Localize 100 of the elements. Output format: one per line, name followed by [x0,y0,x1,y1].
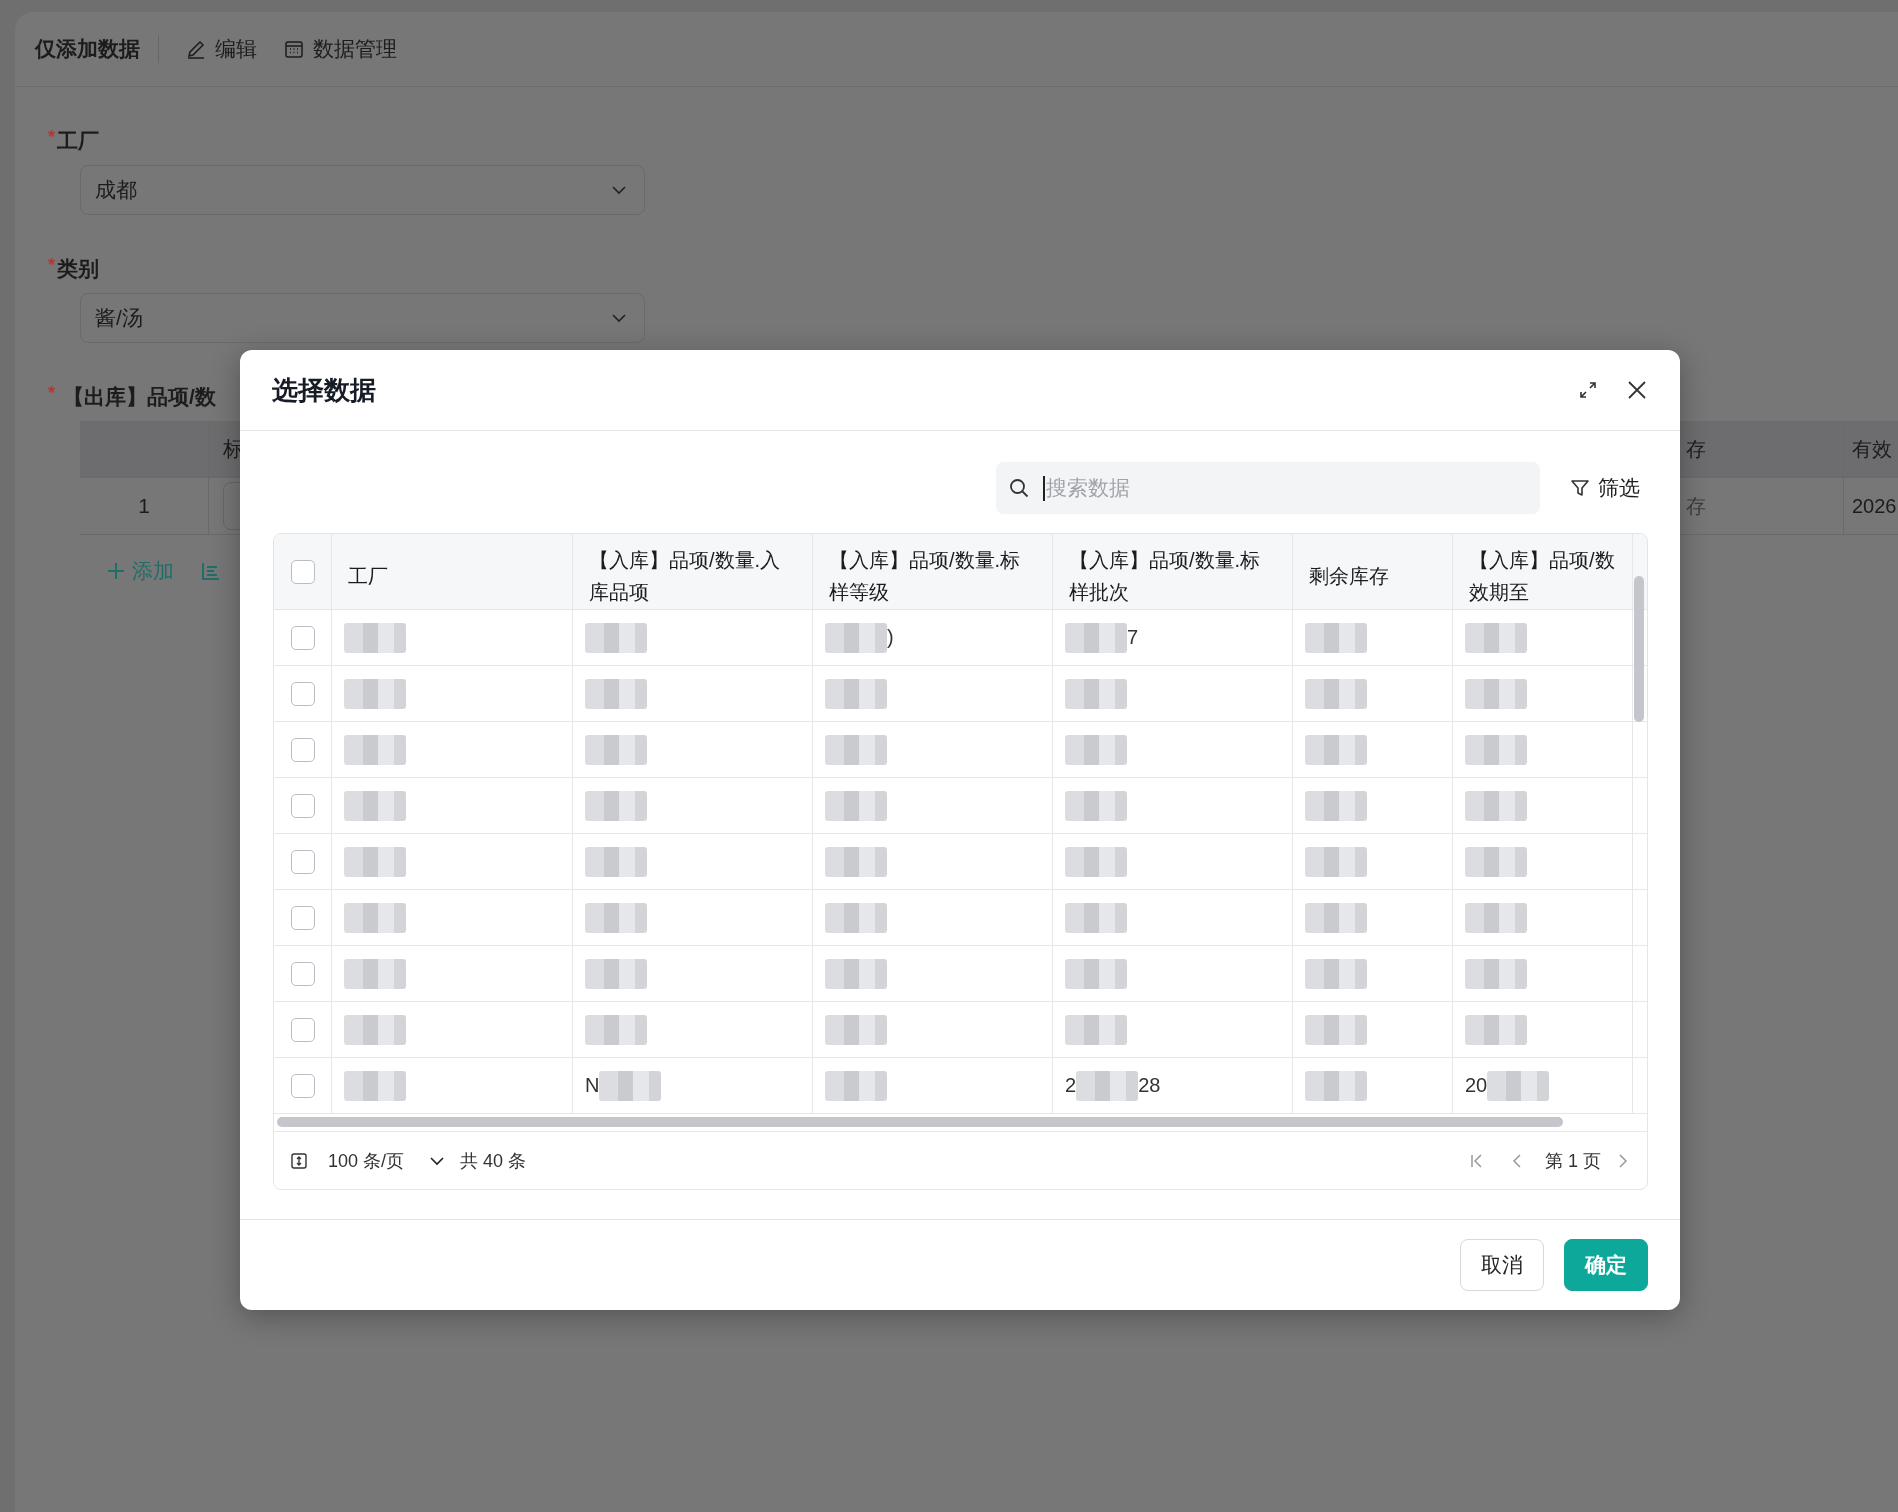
toolbar-button[interactable]: 编辑 [185,35,257,63]
blurred-text [1465,622,1527,653]
blurred-text [825,790,887,821]
required-mark: * [48,127,55,148]
blurred-text [1065,846,1127,877]
row-checkbox[interactable] [290,625,315,650]
row-checkbox[interactable] [290,681,315,706]
required-mark: * [48,383,55,404]
first-page-button[interactable] [1469,1152,1485,1169]
blurred-text [344,958,406,989]
blurred-text [344,1014,406,1045]
cell-text-fragment: 20 [1465,1074,1488,1097]
expand-button[interactable] [1578,380,1598,400]
cell-text-fragment: N [585,1074,600,1097]
row-number: 1 [138,494,150,517]
blurred-text [599,1070,662,1101]
blurred-text [825,1070,887,1101]
blurred-text [585,1014,647,1045]
blurred-text [585,790,647,821]
cell-text-fragment: 7 [1127,626,1139,649]
list-icon[interactable] [200,560,222,582]
blurred-text [825,622,887,653]
blurred-text [1065,902,1127,933]
blurred-text [1065,622,1127,653]
select-field[interactable]: 酱/汤 [80,293,645,343]
blurred-text [344,846,406,877]
blurred-text [1487,1070,1550,1101]
blurred-text [585,958,647,989]
blurred-text [344,734,406,765]
row-checkbox[interactable] [290,961,315,986]
blurred-text [585,678,647,709]
cell-text-fragment: 2 [1065,1074,1077,1097]
required-mark: * [48,255,55,276]
total-count: 共 40 条 [460,1149,527,1173]
blurred-text [344,1070,406,1101]
table-cell: 2026 [1852,494,1897,518]
row-checkbox[interactable] [290,737,315,762]
column-header: 剩余库存 [1309,563,1390,589]
blurred-text [1465,678,1527,709]
filter-button[interactable]: 筛选 [1570,474,1640,502]
blurred-text [1305,734,1367,765]
blurred-text [344,902,406,933]
vertical-scrollbar[interactable] [1634,576,1644,722]
field-label: 工厂 [57,128,99,154]
toolbar-button[interactable]: 数据管理 [283,35,397,63]
blurred-text [1465,958,1527,989]
column-header: 存 [1686,436,1706,462]
column-header: 【入库】品项/数量.标 样等级 [829,547,1022,605]
blurred-text [1305,958,1367,989]
column-header: 工厂 [348,563,389,589]
blurred-text [1305,790,1367,821]
column-header: 【入库】品项/数量.入 库品项 [589,547,782,605]
close-button[interactable] [1626,379,1648,401]
blurred-text [1465,734,1527,765]
blurred-text [1076,1070,1139,1101]
column-header: 【入库】品项/数 效期至 [1469,547,1616,605]
blurred-text [1305,1014,1367,1045]
blurred-text [1305,622,1367,653]
row-checkbox[interactable] [290,1017,315,1042]
row-checkbox[interactable] [290,905,315,930]
field-label: 类别 [57,256,99,282]
blurred-text [1465,902,1527,933]
blurred-text [1305,1070,1367,1101]
row-height-icon[interactable] [290,1151,308,1170]
blurred-text [825,958,887,989]
dialog-title: 选择数据 [272,373,376,407]
horizontal-scrollbar[interactable] [277,1117,1563,1127]
blurred-text [1305,678,1367,709]
blurred-text [1065,958,1127,989]
row-checkbox[interactable] [290,1073,315,1098]
confirm-button[interactable]: 确定 [1564,1239,1648,1291]
blurred-text [1065,790,1127,821]
table-cell-text: 存 [1686,493,1706,519]
row-checkbox[interactable] [290,849,315,874]
search-field[interactable]: 搜索数据 [996,462,1540,514]
cancel-button[interactable]: 取消 [1460,1239,1544,1291]
blurred-text [1065,734,1127,765]
search-icon [1008,477,1030,499]
blurred-text [585,622,647,653]
pencil-icon [185,38,207,60]
blurred-text [825,1014,887,1045]
blurred-text [1065,678,1127,709]
blurred-text [585,734,647,765]
calendar-icon [283,38,305,60]
blurred-text [825,734,887,765]
page-size-select[interactable]: 100 条/页 [328,1148,447,1173]
blurred-text [825,678,887,709]
blurred-text [825,846,887,877]
row-checkbox[interactable] [290,793,315,818]
blurred-text [1465,790,1527,821]
page-number: 第 1 页 [1545,1149,1601,1173]
plus-icon [106,561,126,581]
blurred-text [825,902,887,933]
select-all-checkbox[interactable] [290,559,315,584]
blurred-text [1305,902,1367,933]
select-field[interactable]: 成都 [80,165,645,215]
blurred-text [344,678,406,709]
column-header: 有效 [1852,436,1892,462]
blurred-text [585,846,647,877]
blurred-text [1465,846,1527,877]
